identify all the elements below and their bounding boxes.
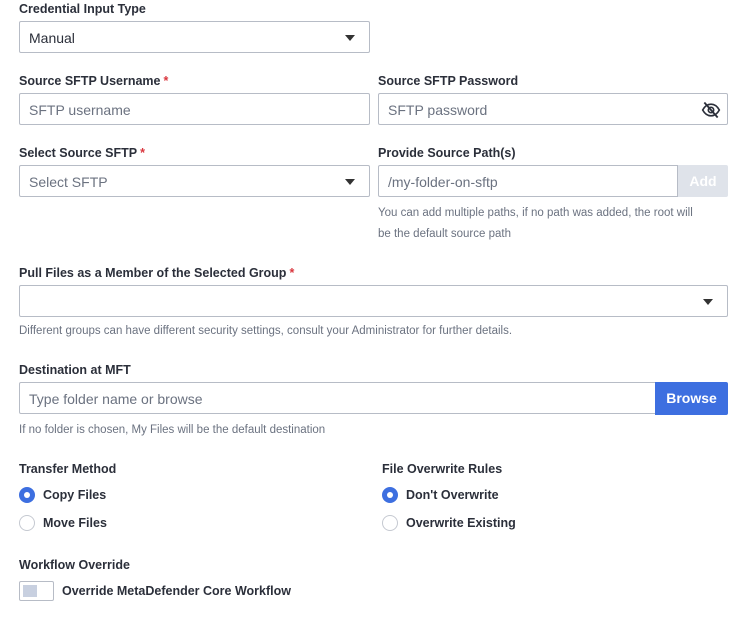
sftp-password-input[interactable]: SFTP password bbox=[378, 93, 728, 125]
credential-type-label: Credential Input Type bbox=[19, 2, 146, 16]
sftp-password-placeholder: SFTP password bbox=[388, 102, 488, 118]
source-path-help-line2: be the default source path bbox=[378, 228, 511, 240]
sftp-password-label: Source SFTP Password bbox=[378, 74, 519, 88]
source-path-help: You can add multiple paths, if no path w… bbox=[378, 203, 693, 245]
overwrite-rules-label: File Overwrite Rules bbox=[382, 462, 503, 476]
radio-dont-overwrite-label: Don't Overwrite bbox=[406, 488, 499, 502]
sftp-username-label: Source SFTP Username * bbox=[19, 74, 168, 88]
radio-overwrite-existing[interactable]: Overwrite Existing bbox=[382, 514, 516, 532]
radio-move-files-label: Move Files bbox=[43, 516, 107, 530]
sftp-username-label-text: Source SFTP Username bbox=[19, 74, 161, 88]
member-group-help: Different groups can have different secu… bbox=[19, 325, 513, 337]
source-path-input[interactable]: /my-folder-on-sftp bbox=[378, 165, 678, 197]
select-sftp-label: Select Source SFTP * bbox=[19, 146, 145, 160]
radio-move-files[interactable]: Move Files bbox=[19, 514, 107, 532]
source-path-placeholder: /my-folder-on-sftp bbox=[388, 174, 498, 190]
member-group-label-text: Pull Files as a Member of the Selected G… bbox=[19, 266, 287, 280]
select-sftp-placeholder: Select SFTP bbox=[29, 174, 108, 190]
credential-type-select[interactable]: Manual bbox=[19, 21, 370, 53]
sftp-username-placeholder: SFTP username bbox=[29, 102, 131, 118]
select-sftp-dropdown[interactable]: Select SFTP bbox=[19, 165, 370, 197]
browse-button[interactable]: Browse bbox=[655, 382, 728, 415]
select-sftp-label-text: Select Source SFTP bbox=[19, 146, 138, 160]
workflow-override-label: Workflow Override bbox=[19, 558, 130, 572]
radio-dont-overwrite[interactable]: Don't Overwrite bbox=[382, 486, 499, 504]
source-path-help-line1: You can add multiple paths, if no path w… bbox=[378, 207, 693, 219]
sftp-username-input[interactable]: SFTP username bbox=[19, 93, 370, 125]
credential-type-value: Manual bbox=[29, 30, 75, 46]
chevron-down-icon bbox=[345, 35, 355, 41]
destination-placeholder: Type folder name or browse bbox=[29, 391, 203, 407]
radio-copy-files[interactable]: Copy Files bbox=[19, 486, 106, 504]
destination-help: If no folder is chosen, My Files will be… bbox=[19, 424, 326, 436]
member-group-label: Pull Files as a Member of the Selected G… bbox=[19, 266, 294, 280]
workflow-override-toggle[interactable] bbox=[19, 581, 54, 601]
required-marker: * bbox=[163, 74, 169, 88]
source-path-label: Provide Source Path(s) bbox=[378, 146, 516, 160]
radio-selected-icon[interactable] bbox=[19, 487, 35, 503]
required-marker: * bbox=[289, 266, 295, 280]
radio-overwrite-existing-label: Overwrite Existing bbox=[406, 516, 516, 530]
transfer-method-label: Transfer Method bbox=[19, 462, 117, 476]
chevron-down-icon bbox=[345, 179, 355, 185]
required-marker: * bbox=[140, 146, 145, 160]
workflow-override-toggle-label: Override MetaDefender Core Workflow bbox=[62, 584, 291, 598]
eye-slash-icon[interactable] bbox=[701, 100, 721, 120]
radio-copy-files-label: Copy Files bbox=[43, 488, 107, 502]
destination-label: Destination at MFT bbox=[19, 363, 131, 377]
radio-unselected-icon[interactable] bbox=[382, 515, 398, 531]
member-group-dropdown[interactable] bbox=[19, 285, 728, 317]
radio-selected-icon[interactable] bbox=[382, 487, 398, 503]
toggle-knob bbox=[23, 585, 37, 597]
add-path-button[interactable]: Add bbox=[678, 165, 728, 197]
destination-input[interactable]: Type folder name or browse bbox=[19, 382, 656, 414]
chevron-down-icon bbox=[703, 299, 713, 305]
radio-unselected-icon[interactable] bbox=[19, 515, 35, 531]
